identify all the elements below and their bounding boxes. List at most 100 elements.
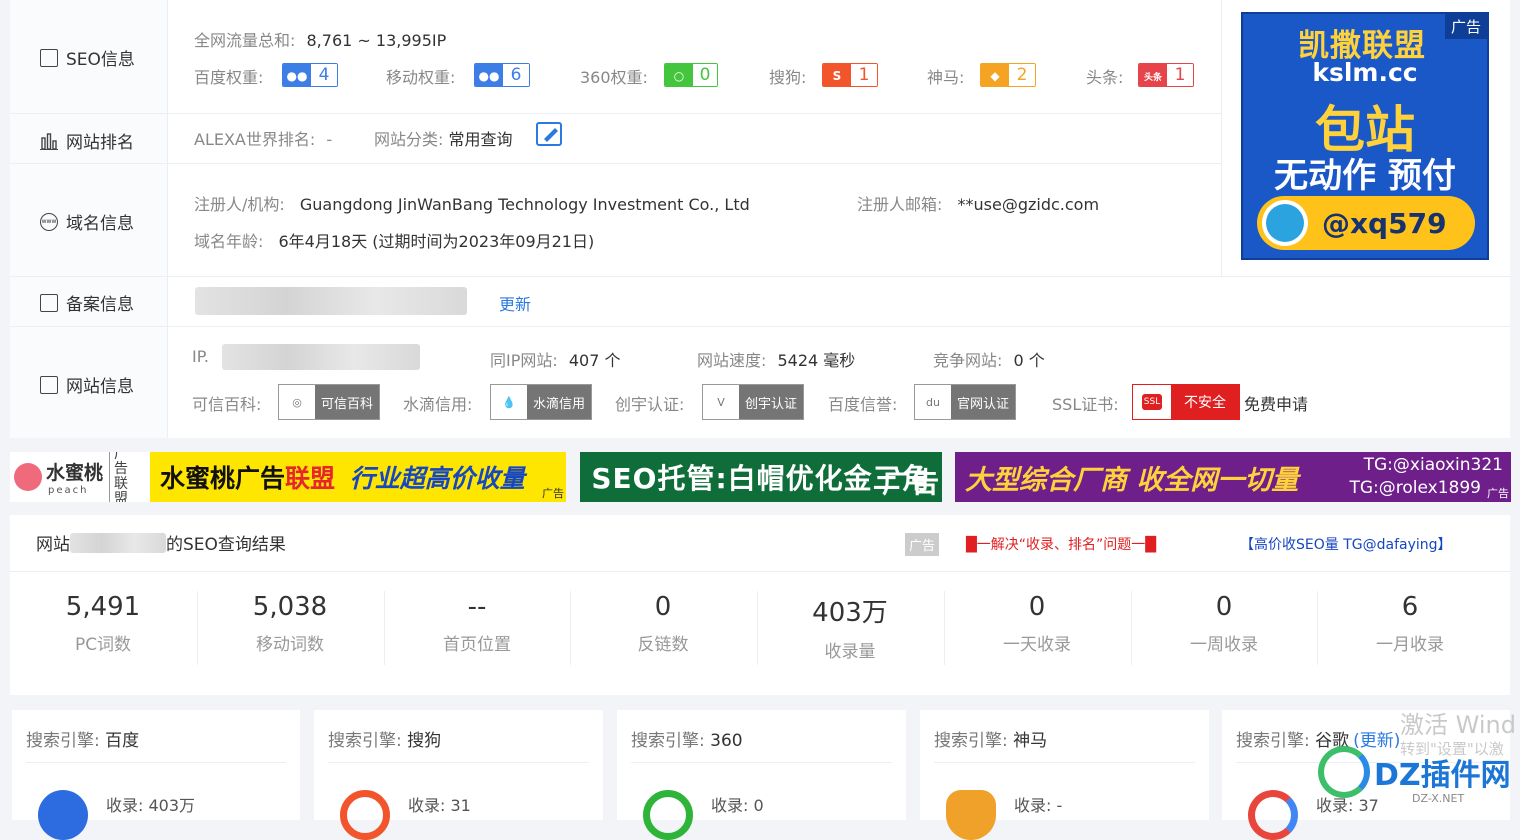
peach-logo: 水蜜桃 peach 广告联盟 bbox=[10, 452, 150, 502]
sogou-icon: S bbox=[823, 64, 851, 86]
shenma-icon: ◆ bbox=[981, 64, 1009, 86]
baidu-paw-icon: ●● bbox=[475, 64, 503, 86]
traffic-buy-ad-banner[interactable]: 大型综合厂商 收全网一切量 TG:@xiaoxin321 TG:@rolex18… bbox=[955, 452, 1511, 502]
toutiao-weight-label: 头条: bbox=[1086, 68, 1124, 87]
cert-label-baidu: 百度信誉: bbox=[828, 395, 898, 414]
redacted-ip bbox=[222, 344, 420, 370]
engine-card-shenma: 搜索引擎: 神马 收录: - bbox=[920, 710, 1209, 840]
cert-label-chuangyu: 创宇认证: bbox=[615, 395, 685, 414]
baidu-icon bbox=[38, 790, 88, 840]
toutiao-weight-badge[interactable]: 头条 1 bbox=[1138, 63, 1194, 87]
divider bbox=[10, 276, 1510, 277]
website-info-label: 网站信息 bbox=[40, 372, 134, 397]
redacted-beian bbox=[195, 287, 467, 315]
dz-watermark: DZ插件网 DZ-X.NET bbox=[1318, 746, 1511, 805]
stat-home-position[interactable]: -- 首页位置 bbox=[384, 592, 570, 655]
www-globe-icon: www bbox=[40, 212, 58, 231]
speed-line: 网站速度: 5424 毫秒 bbox=[697, 351, 856, 370]
baidu-weight-badge[interactable]: ●● 4 bbox=[282, 63, 338, 87]
360-icon: ○ bbox=[665, 64, 693, 86]
baidu-weight-label: 百度权重: bbox=[194, 68, 264, 87]
edit-icon[interactable] bbox=[536, 122, 562, 146]
divider bbox=[10, 571, 1510, 572]
shenma-icon bbox=[946, 790, 996, 840]
stat-backlinks[interactable]: 0 反链数 bbox=[570, 592, 756, 655]
domain-age-line: 域名年龄: 6年4月18天 (过期时间为2023年09月21日) bbox=[194, 232, 595, 251]
beian-info-label: 备案信息 bbox=[40, 290, 134, 315]
divider bbox=[1221, 0, 1222, 276]
redacted-domain bbox=[70, 532, 166, 553]
baidu-paw-icon: ●● bbox=[283, 64, 311, 86]
divider bbox=[631, 762, 892, 763]
ip-label: IP. bbox=[192, 347, 209, 366]
windows-activation-watermark: 激活 Wind bbox=[1400, 711, 1516, 739]
document-list-icon bbox=[40, 375, 58, 394]
seo-result-card: 网站 的SEO查询结果 广告 █一解决“收录、排名”问题一█ 【高价收SEO量 … bbox=[10, 515, 1510, 695]
peach-ad-banner[interactable]: 水蜜桃 peach 广告联盟 水蜜桃广告联盟 行业超高价收量 广告 bbox=[10, 452, 566, 502]
water-drop-icon: 💧 bbox=[491, 385, 527, 419]
stat-day-indexed[interactable]: 0 一天收录 bbox=[944, 592, 1130, 655]
competitor-line: 竞争网站: 0 个 bbox=[933, 351, 1045, 370]
divider bbox=[10, 163, 1222, 164]
360-icon bbox=[643, 790, 693, 840]
kexin-baike-badge[interactable]: ◎ 可信百科 bbox=[278, 384, 381, 420]
same-ip-line: 同IP网站: 407 个 bbox=[490, 351, 621, 370]
ssl-apply-link[interactable]: 免费申请 bbox=[1244, 391, 1308, 415]
result-title: 网站 的SEO查询结果 bbox=[36, 530, 286, 555]
baidu-official-badge[interactable]: du 官网认证 bbox=[914, 384, 1017, 420]
stat-month-indexed[interactable]: 6 一月收录 bbox=[1317, 592, 1503, 655]
shenma-weight-label: 神马: bbox=[927, 68, 965, 87]
shuidi-credit-badge[interactable]: 💧 水滴信用 bbox=[490, 384, 593, 420]
seo-info-label: SEO信息 bbox=[40, 45, 135, 70]
divider bbox=[10, 113, 1222, 114]
kaisa-ad-banner[interactable]: 凯撒联盟 广告 kslm.cc 包站 无动作 预付 @xq579 bbox=[1241, 12, 1489, 260]
seo-hosting-ad-banner[interactable]: SEO托管:白帽优化金三角 广告 bbox=[580, 452, 942, 502]
stat-pc-words[interactable]: 5,491 PC词数 bbox=[10, 592, 196, 655]
chuangyu-cert-badge[interactable]: V 创宇认证 bbox=[702, 384, 805, 420]
so360-weight-label: 360权重: bbox=[580, 68, 648, 87]
cert-label-shuidi: 水滴信用: bbox=[403, 395, 473, 414]
stat-indexed[interactable]: 403万 收录量 bbox=[757, 592, 943, 662]
telegram-icon bbox=[1262, 200, 1308, 246]
cert-label-kexin: 可信百科: bbox=[192, 395, 262, 414]
sogou-weight-badge[interactable]: S 1 bbox=[822, 63, 878, 87]
mobile-weight-label: 移动权重: bbox=[386, 68, 456, 87]
ssl-shield-icon: SSL bbox=[1133, 385, 1171, 419]
v-badge-icon: V bbox=[703, 385, 739, 419]
ssl-status-badge[interactable]: SSL 不安全 bbox=[1132, 384, 1240, 420]
site-rank-label: 网站排名 bbox=[40, 128, 134, 153]
traffic-line: 全网流量总和: 8,761 ~ 13,995IP bbox=[194, 31, 447, 50]
shield-icon: ◎ bbox=[279, 385, 315, 419]
divider bbox=[934, 762, 1195, 763]
shenma-weight-badge[interactable]: ◆ 2 bbox=[980, 63, 1036, 87]
alexa-line: ALEXA世界排名: - bbox=[194, 130, 333, 149]
baidu-paw-icon: du bbox=[915, 385, 951, 419]
sogou-weight-label: 搜狗: bbox=[769, 68, 807, 87]
email-line: 注册人邮箱: **use@gzidc.com bbox=[857, 195, 1100, 214]
bar-chart-icon bbox=[40, 132, 58, 150]
mobile-weight-badge[interactable]: ●● 6 bbox=[474, 63, 530, 87]
stat-week-indexed[interactable]: 0 一周收录 bbox=[1131, 592, 1317, 655]
divider bbox=[328, 762, 589, 763]
document-icon bbox=[40, 48, 58, 67]
google-icon bbox=[1248, 790, 1298, 840]
ad-link-solve[interactable]: █一解决“收录、排名”问题一█ bbox=[966, 534, 1156, 554]
telegram-pill: @xq579 bbox=[1257, 196, 1475, 250]
ssl-label: SSL证书: bbox=[1052, 395, 1119, 414]
engine-card-360: 搜索引擎: 360 收录: 0 bbox=[617, 710, 906, 840]
stat-mobile-words[interactable]: 5,038 移动词数 bbox=[197, 592, 383, 655]
divider bbox=[10, 326, 1510, 327]
beian-update-link[interactable]: 更新 bbox=[499, 291, 531, 315]
registrant-line: 注册人/机构: Guangdong JinWanBang Technology … bbox=[194, 195, 750, 214]
engine-card-baidu: 搜索引擎: 百度 收录: 403万 bbox=[12, 710, 300, 840]
toutiao-icon: 头条 bbox=[1139, 64, 1167, 86]
engine-card-sogou: 搜索引擎: 搜狗 收录: 31 bbox=[314, 710, 603, 840]
site-info-card: SEO信息 网站排名 www 域名信息 备案信息 网站信息 全网流量总和: 8,… bbox=[10, 0, 1510, 438]
document-list-icon bbox=[40, 293, 58, 312]
so360-weight-badge[interactable]: ○ 0 bbox=[664, 63, 718, 87]
category-line: 网站分类: 常用查询 bbox=[374, 130, 513, 149]
divider bbox=[26, 762, 286, 763]
result-ad-tag: 广告 bbox=[905, 533, 940, 556]
ad-link-buy-seo[interactable]: 【高价收SEO量 TG@dafaying】 bbox=[1240, 534, 1452, 554]
domain-info-label: www 域名信息 bbox=[40, 212, 134, 234]
